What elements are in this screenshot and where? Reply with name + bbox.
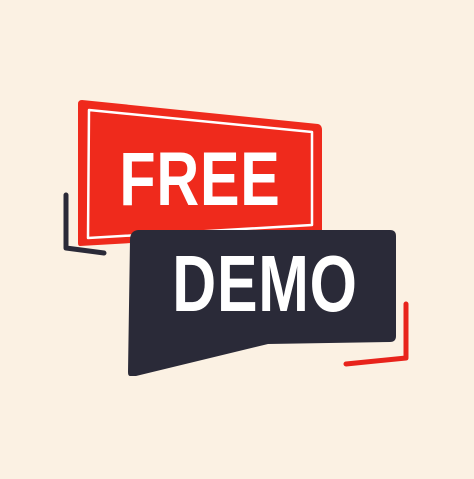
demo-label: DEMO: [172, 239, 358, 328]
free-demo-badge: FREE DEMO: [0, 0, 474, 474]
free-label: FREE: [119, 137, 281, 222]
badge-graphic: [63, 100, 409, 376]
